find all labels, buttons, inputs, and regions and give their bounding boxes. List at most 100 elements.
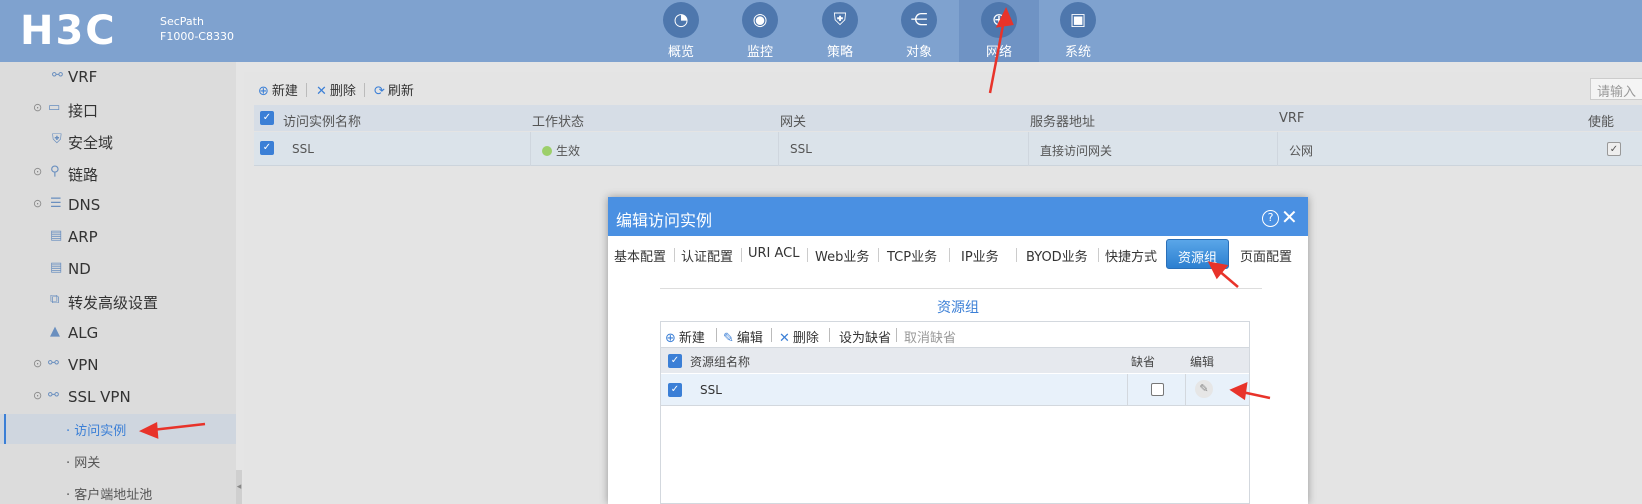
sidebar-item-nd[interactable]: ▤ ND	[0, 258, 236, 286]
nav-object[interactable]: ⋲ 对象	[879, 0, 959, 62]
sidebar: ⚯ VRF ⊙ ▭ 接口 ⛨ 安全域 ⊙ ⚲ 链路 ⊙ ☰ DNS ▤ ARP …	[0, 62, 236, 504]
row-checkbox[interactable]: ✓	[260, 141, 274, 155]
enable-checkbox[interactable]: ✓	[1607, 142, 1621, 156]
select-all-checkbox[interactable]: ✓	[260, 111, 274, 125]
column-header[interactable]: 网关	[780, 111, 806, 130]
column-header[interactable]: 访问实例名称	[283, 111, 361, 130]
new-button[interactable]: ⊕ 新建	[258, 80, 298, 99]
sidebar-item-interface[interactable]: ⊙ ▭ 接口	[0, 98, 236, 126]
nav-label: 监控	[746, 45, 773, 60]
edit-label: 编辑	[736, 331, 763, 346]
tab-resource-group[interactable]: 资源组	[1166, 239, 1230, 269]
expand-icon[interactable]: ⊙	[33, 165, 42, 178]
divider	[807, 248, 808, 262]
vrf-icon: ⚯	[52, 68, 63, 83]
tab-ip[interactable]: IP业务	[961, 246, 999, 265]
sidebar-item-dns[interactable]: ⊙ ☰ DNS	[0, 194, 236, 222]
nav-policy[interactable]: ⛨ 策略	[800, 0, 880, 62]
resource-group-panel: ⊕ 新建 ✎ 编辑 ✕ 删除 设为缺省 取消缺省 ✓ 资源组名称 缺省 编辑 ✓ SS…	[660, 321, 1250, 504]
sidebar-subitem-label: · 网关	[66, 456, 101, 471]
sidebar-item-vrf[interactable]: ⚯ VRF	[0, 66, 236, 94]
section-title: 资源组	[937, 300, 979, 316]
status-dot-icon	[542, 146, 552, 156]
default-checkbox[interactable]	[1151, 383, 1164, 396]
sidebar-item-alg[interactable]: ▲ ALG	[0, 322, 236, 350]
expand-icon[interactable]: ⊙	[33, 357, 42, 370]
nav-network[interactable]: ⊕ 网络	[959, 0, 1039, 62]
tab-basic[interactable]: 基本配置	[614, 246, 666, 265]
divider	[306, 83, 307, 97]
refresh-button[interactable]: ⟳ 刷新	[374, 80, 414, 99]
sidebar-item-label: DNS	[68, 196, 101, 214]
column-header[interactable]: 工作状态	[532, 111, 584, 130]
tab-byod[interactable]: BYOD业务	[1026, 246, 1088, 265]
model-line1: SecPath	[160, 15, 204, 28]
column-header[interactable]: 缺省	[1131, 353, 1155, 370]
sidebar-item-security-zone[interactable]: ⛨ 安全域	[0, 130, 236, 158]
tab-page-config[interactable]: 页面配置	[1240, 246, 1292, 265]
top-header: H3C SecPath F1000-C8330 ◔ 概览 ◉ 监控 ⛨ 策略 ⋲…	[0, 0, 1642, 62]
nav-system[interactable]: ▣ 系统	[1038, 0, 1118, 62]
model-line2: F1000-C8330	[160, 30, 234, 43]
sidebar-item-label: ND	[68, 260, 91, 278]
nav-monitor[interactable]: ◉ 监控	[720, 0, 800, 62]
sidebar-item-vpn[interactable]: ⊙ ⚯ VPN	[0, 354, 236, 382]
table-row[interactable]: ✓ SSL 生效 SSL 直接访问网关 公网 ✓	[254, 132, 1642, 166]
column-header[interactable]: 使能	[1588, 111, 1614, 130]
row-checkbox[interactable]: ✓	[668, 383, 682, 397]
nav-overview[interactable]: ◔ 概览	[641, 0, 721, 62]
close-icon[interactable]: ✕	[1281, 205, 1298, 229]
table-icon: ▤	[50, 260, 63, 275]
server-address: 直接访问网关	[1040, 144, 1113, 158]
refresh-label: 刷新	[387, 84, 414, 99]
divider	[530, 132, 531, 166]
sidebar-item-ssl-vpn[interactable]: ⊙ ⚯ SSL VPN	[0, 386, 236, 414]
refresh-icon: ⟳	[374, 84, 385, 99]
edit-button[interactable]: ✎ 编辑	[723, 327, 763, 346]
set-default-button[interactable]: 设为缺省	[839, 327, 891, 346]
sidebar-item-forwarding[interactable]: ⧉ 转发高级设置	[0, 290, 236, 318]
help-icon[interactable]: ?	[1262, 210, 1279, 227]
nav-label: 对象	[905, 45, 932, 60]
alg-icon: ▲	[50, 324, 60, 339]
dialog-title-bar: 编辑访问实例 ? ✕	[608, 197, 1308, 236]
edit-row-pencil-icon[interactable]: ✎	[1195, 380, 1213, 398]
column-header[interactable]: 服务器地址	[1030, 111, 1095, 130]
delete-button[interactable]: ✕ 删除	[316, 80, 356, 99]
tab-uri-acl[interactable]: URI ACL	[748, 246, 800, 261]
table-row[interactable]: ✓ SSL ✎	[661, 374, 1249, 406]
edit-instance-dialog: 编辑访问实例 ? ✕ 基本配置 认证配置 URI ACL Web业务 TCP业务…	[608, 197, 1308, 504]
cancel-default-button[interactable]: 取消缺省	[904, 327, 956, 346]
new-button[interactable]: ⊕ 新建	[665, 327, 705, 346]
sidebar-subitem-client-pool[interactable]: · 客户端地址池	[0, 478, 236, 504]
sidebar-item-label: 安全域	[68, 134, 114, 152]
dialog-title: 编辑访问实例	[616, 211, 713, 230]
sidebar-subitem-label: · 客户端地址池	[66, 488, 153, 503]
sidebar-subitem-access-instance[interactable]: · 访问实例	[0, 414, 236, 444]
resource-group-name: SSL	[700, 383, 722, 397]
select-all-checkbox[interactable]: ✓	[668, 354, 682, 368]
delete-button[interactable]: ✕ 删除	[779, 327, 819, 346]
column-header[interactable]: 资源组名称	[690, 353, 750, 370]
column-header[interactable]: VRF	[1279, 111, 1304, 126]
dashboard-icon: ◔	[663, 2, 699, 38]
tab-tcp[interactable]: TCP业务	[887, 246, 937, 265]
divider	[1028, 132, 1029, 166]
resource-group-toolbar: ⊕ 新建 ✎ 编辑 ✕ 删除 设为缺省 取消缺省	[661, 322, 1249, 348]
sidebar-item-arp[interactable]: ▤ ARP	[0, 226, 236, 254]
divider	[1127, 374, 1128, 406]
column-header[interactable]: 编辑	[1190, 353, 1214, 370]
vpn-icon: ⚯	[48, 356, 59, 371]
tab-auth[interactable]: 认证配置	[681, 246, 733, 265]
expand-icon[interactable]: ⊙	[33, 101, 42, 114]
sidebar-subitem-gateway[interactable]: · 网关	[0, 446, 236, 476]
sidebar-collapse-handle[interactable]: ◂	[236, 470, 242, 504]
tab-shortcut[interactable]: 快捷方式	[1105, 246, 1157, 265]
delete-label: 删除	[329, 84, 356, 99]
search-input[interactable]: 请输入	[1590, 78, 1642, 100]
sidebar-item-link[interactable]: ⊙ ⚲ 链路	[0, 162, 236, 190]
sidebar-item-label: 链路	[68, 166, 99, 184]
expand-icon[interactable]: ⊙	[33, 197, 42, 210]
tab-web[interactable]: Web业务	[815, 246, 869, 265]
collapse-icon[interactable]: ⊙	[33, 389, 42, 402]
